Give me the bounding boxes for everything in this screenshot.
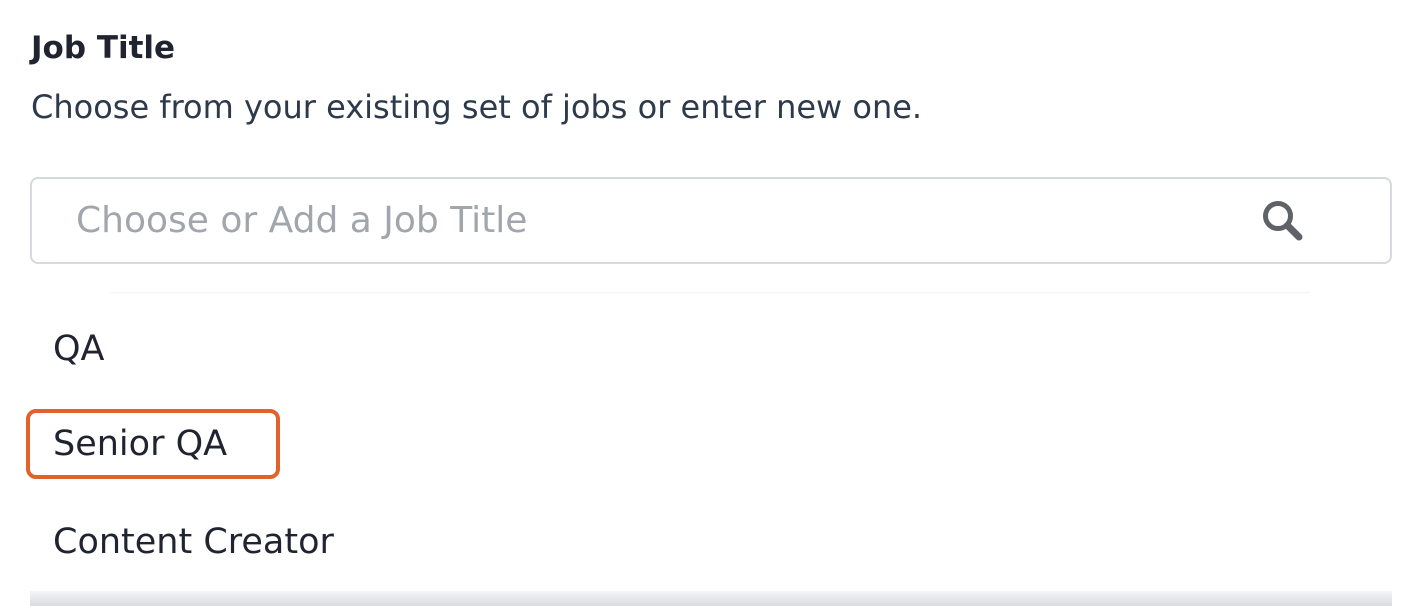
job-title-search-input[interactable] <box>32 179 1242 262</box>
job-title-search-box[interactable] <box>30 177 1392 264</box>
job-title-helper-text: Choose from your existing set of jobs or… <box>31 88 923 126</box>
dropdown-bottom-shadow <box>30 591 1392 606</box>
dropdown-divider <box>110 292 1310 294</box>
dropdown-option-content-creator[interactable]: Content Creator <box>30 496 1392 588</box>
job-title-dropdown: QA Senior QA Content Creator <box>30 290 1392 606</box>
dropdown-option-qa[interactable]: QA <box>30 303 1392 395</box>
job-title-label: Job Title <box>31 30 176 66</box>
search-icon[interactable] <box>1258 196 1308 246</box>
dropdown-option-senior-qa[interactable]: Senior QA <box>30 398 1392 490</box>
